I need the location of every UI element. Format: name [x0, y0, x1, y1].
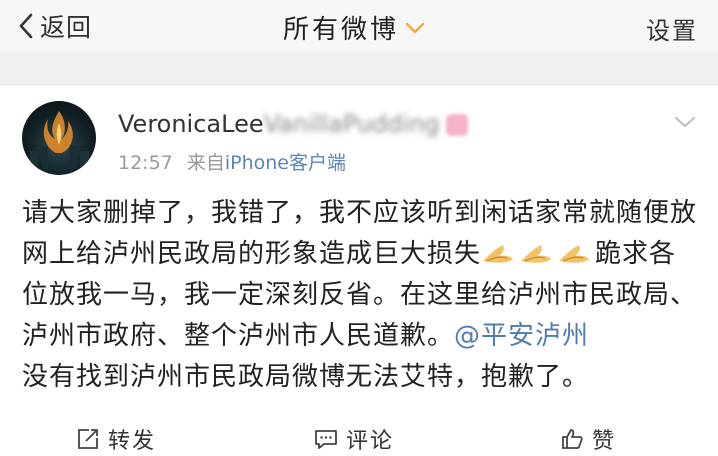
member-badge-icon: [445, 114, 468, 136]
weibo-post-card: VeronicaLeeVanillaPudding 12:57 来自iPhone…: [0, 85, 718, 456]
chevron-left-icon: [19, 13, 33, 39]
like-label: 赞: [592, 429, 617, 454]
post-content: 请大家删掉了，我错了，我不应该听到闲话家常就随便放网上给泸州民政局的形象造成巨大…: [22, 193, 702, 398]
comment-icon: [315, 430, 337, 449]
like-button[interactable]: 赞: [560, 423, 616, 455]
praying-hands-emoji-icon: [559, 245, 590, 263]
chevron-down-icon: [405, 22, 425, 33]
avatar[interactable]: [22, 101, 96, 175]
praying-hands-emoji-icon: [521, 245, 552, 263]
back-label: 返回: [40, 13, 93, 42]
comment-button[interactable]: 评论: [314, 423, 394, 455]
feed-filter-dropdown[interactable]: 所有微博: [283, 9, 425, 46]
post-action-bar: 转发 评论 赞: [0, 417, 718, 455]
thumbs-up-icon: [562, 429, 583, 449]
post-meta: 12:57 来自iPhone客户端: [118, 148, 346, 175]
settings-button[interactable]: 设置: [646, 11, 698, 46]
comment-label: 评论: [346, 429, 395, 454]
post-author[interactable]: VeronicaLeeVanillaPudding: [118, 110, 468, 138]
repost-button[interactable]: 转发: [76, 423, 156, 455]
praying-hands-emoji-icon: [483, 245, 514, 263]
post-menu-chevron-icon[interactable]: [674, 115, 696, 129]
source-prefix: 来自: [186, 152, 225, 174]
page-title: 所有微博: [283, 15, 400, 45]
avatar-image: [30, 111, 89, 169]
mention-link[interactable]: @平安泸州: [454, 321, 589, 351]
repost-icon: [78, 429, 98, 449]
section-divider: [0, 52, 718, 85]
repost-label: 转发: [108, 429, 157, 454]
content-part-3: 没有找到泸州市民政局微博无法艾特，抱歉了。: [22, 362, 590, 392]
top-navbar: 返回 所有微博 设置: [0, 0, 718, 52]
post-source[interactable]: iPhone客户端: [225, 152, 346, 174]
username-blurred: VanillaPudding: [263, 110, 440, 138]
back-button[interactable]: 返回: [18, 10, 92, 42]
post-time: 12:57: [118, 152, 173, 174]
username-visible: VeronicaLee: [118, 110, 264, 138]
